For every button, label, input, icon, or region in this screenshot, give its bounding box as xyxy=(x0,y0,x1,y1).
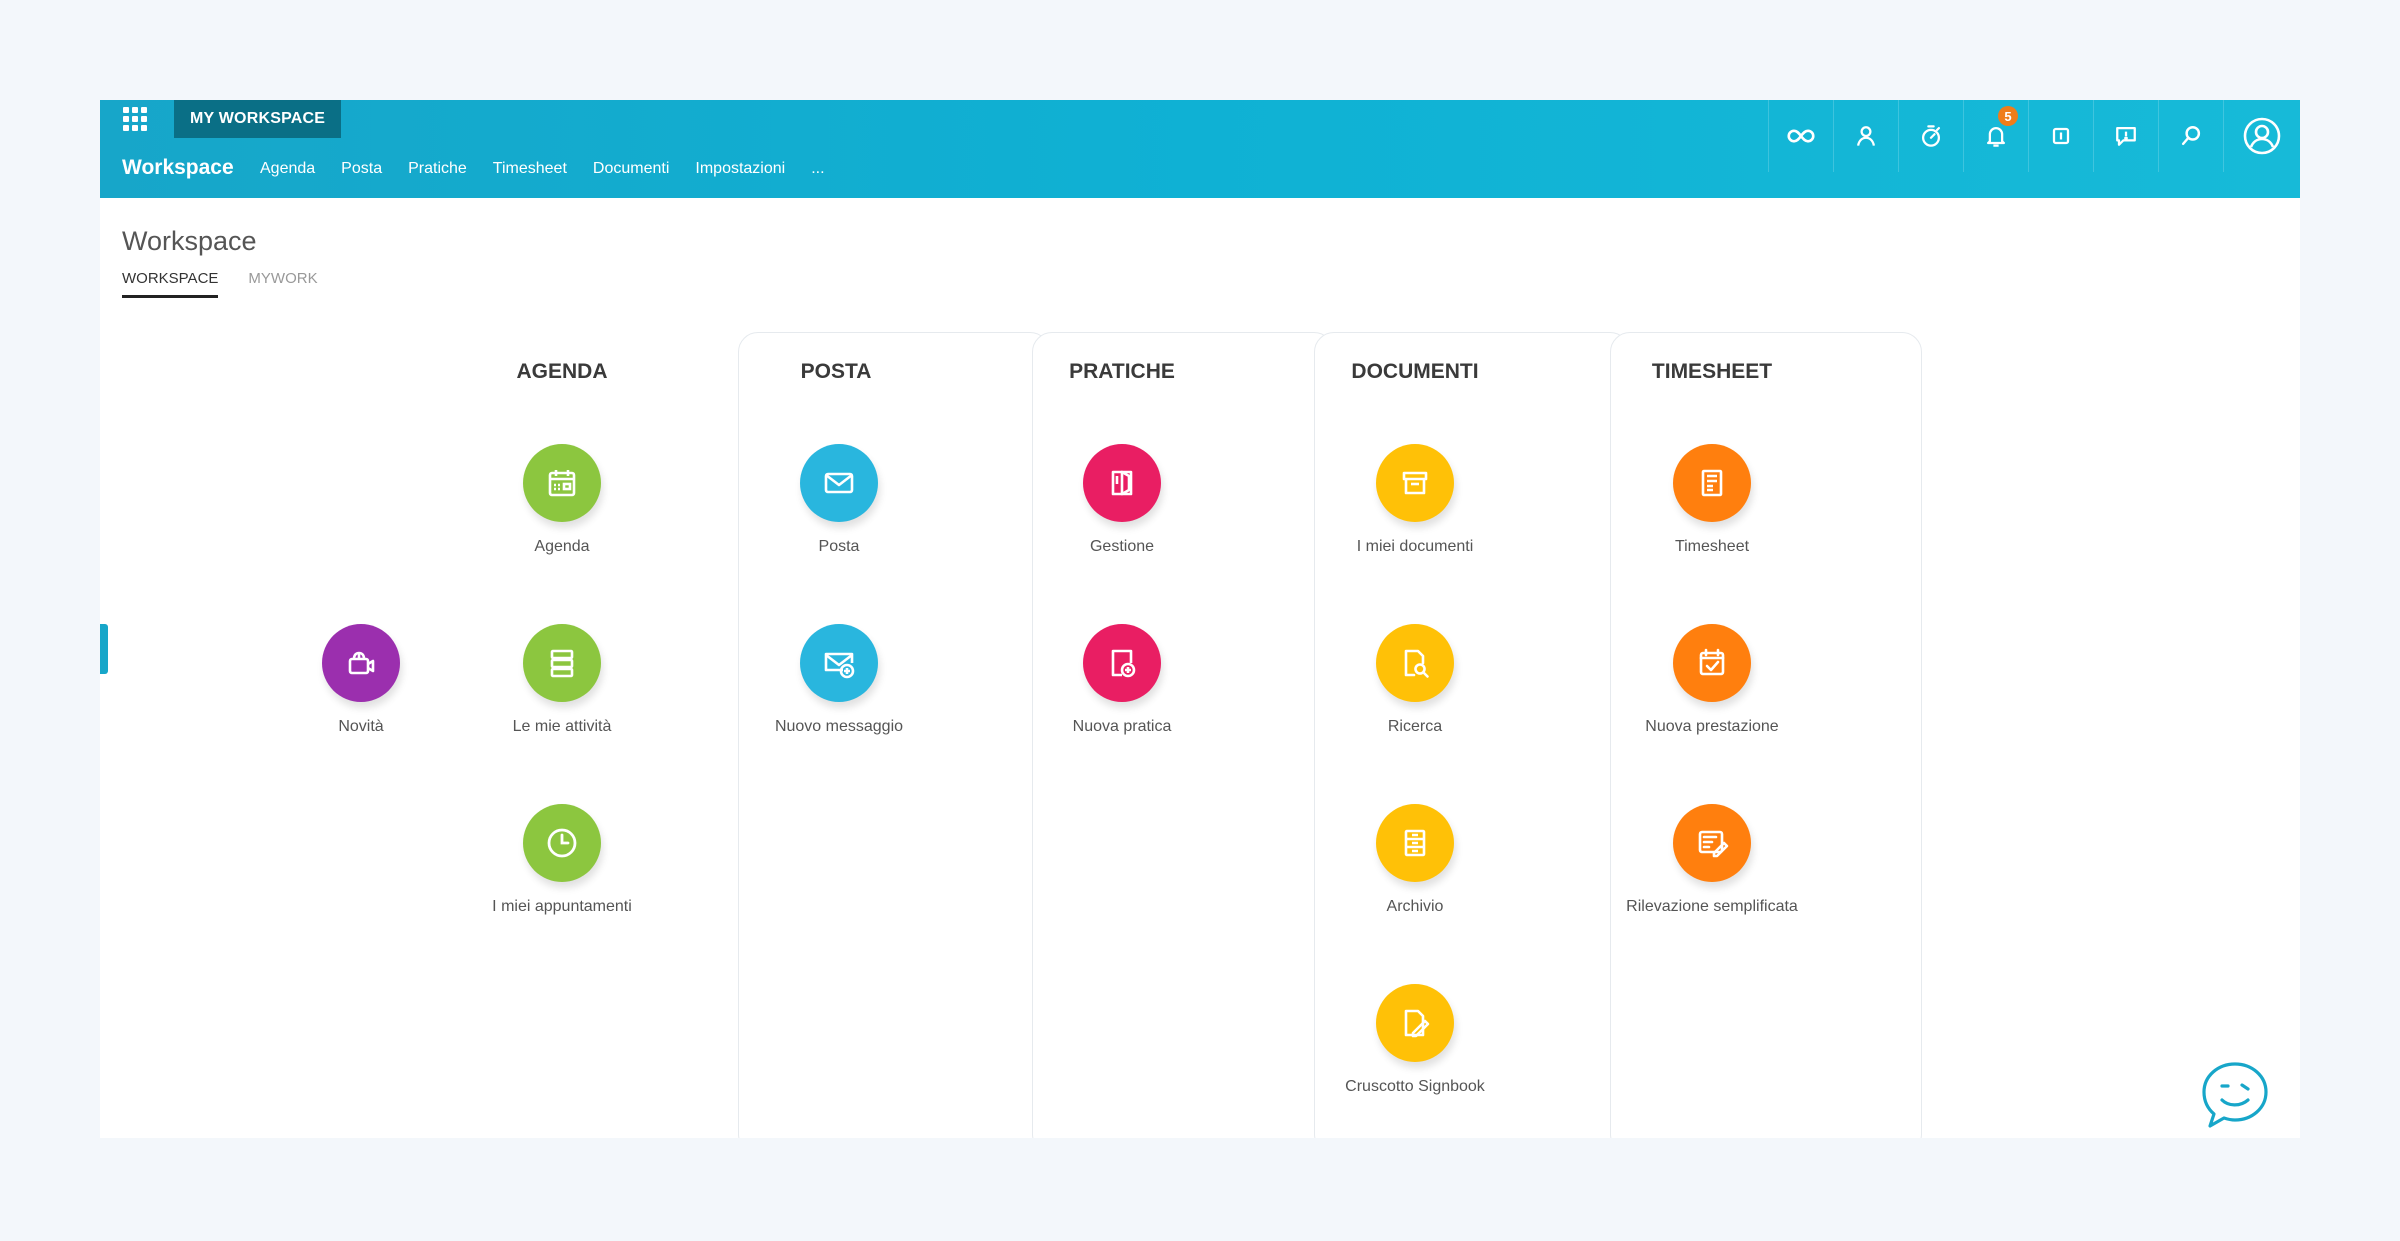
tile-label: I miei appuntamenti xyxy=(492,898,632,915)
menu-item-posta[interactable]: Posta xyxy=(341,160,382,178)
main-menu: Agenda Posta Pratiche Timesheet Document… xyxy=(260,160,851,178)
cabinet-icon xyxy=(1376,804,1454,882)
tile-posta[interactable]: Posta xyxy=(739,444,939,556)
section-title-pratiche: PRATICHE xyxy=(1069,360,1175,383)
new-message-icon xyxy=(800,624,878,702)
chat-assistant-icon[interactable] xyxy=(2198,1058,2272,1132)
tile-nuova-prestazione[interactable]: Nuova prestazione xyxy=(1612,624,1812,736)
section-title-documenti: DOCUMENTI xyxy=(1351,360,1479,383)
page-tabs: WORKSPACE MYWORK xyxy=(122,270,318,298)
tile-archivio[interactable]: Archivio xyxy=(1315,804,1515,916)
search-icon[interactable] xyxy=(2158,100,2223,172)
tile-label: Novità xyxy=(338,718,384,735)
menu-item-agenda[interactable]: Agenda xyxy=(260,160,315,178)
app-window: MY WORKSPACE Workspace Agenda Posta Prat… xyxy=(100,100,2300,1138)
infinity-icon[interactable] xyxy=(1768,100,1833,172)
tab-workspace[interactable]: WORKSPACE xyxy=(122,270,219,298)
tile-label: I miei documenti xyxy=(1356,538,1474,555)
bell-icon[interactable]: 5 xyxy=(1963,100,2028,172)
menu-item-impostazioni[interactable]: Impostazioni xyxy=(695,160,785,178)
tile-rilevazione-semplificata[interactable]: Rilevazione semplificata xyxy=(1612,804,1812,916)
tile-timesheet[interactable]: Timesheet xyxy=(1612,444,1812,556)
chat-icon[interactable] xyxy=(2093,100,2158,172)
account-icon[interactable] xyxy=(2223,100,2300,172)
tile-label: Gestione xyxy=(1089,538,1155,555)
brand-title[interactable]: Workspace xyxy=(122,156,234,180)
section-title-timesheet: TIMESHEET xyxy=(1651,360,1773,383)
archive-box-icon xyxy=(1376,444,1454,522)
tile-agenda[interactable]: Agenda xyxy=(462,444,662,556)
page-title: Workspace xyxy=(122,226,257,256)
tile-label: Rilevazione semplificata xyxy=(1626,898,1798,915)
menu-item-pratiche[interactable]: Pratiche xyxy=(408,160,467,178)
tile-label: Nuovo messaggio xyxy=(774,718,904,735)
toolbar-icons: 5 xyxy=(1768,100,2300,172)
tile-ricerca[interactable]: Ricerca xyxy=(1315,624,1515,736)
notification-badge: 5 xyxy=(1998,106,2018,126)
tile-label: Posta xyxy=(818,538,860,555)
edit-note-icon xyxy=(1673,804,1751,882)
sign-document-icon xyxy=(1376,984,1454,1062)
user-icon[interactable] xyxy=(1833,100,1898,172)
menu-item-more[interactable]: ... xyxy=(811,160,824,178)
top-navigation-bar: MY WORKSPACE Workspace Agenda Posta Prat… xyxy=(100,100,2300,198)
tile-i-miei-documenti[interactable]: I miei documenti xyxy=(1315,444,1515,556)
tile-gestione[interactable]: Gestione xyxy=(1022,444,1222,556)
tile-label: Ricerca xyxy=(1387,718,1443,735)
tile-novita[interactable]: Novità xyxy=(261,624,461,736)
tile-label: Cruscotto Signbook xyxy=(1345,1078,1485,1095)
timer-icon[interactable] xyxy=(1898,100,1963,172)
tile-le-mie-attivita[interactable]: Le mie attività xyxy=(462,624,662,736)
tile-label: Archivio xyxy=(1386,898,1444,915)
tile-label: Timesheet xyxy=(1674,538,1750,555)
side-panel-handle[interactable] xyxy=(100,624,108,674)
envelope-icon xyxy=(800,444,878,522)
tile-label: Nuova pratica xyxy=(1072,718,1172,735)
section-title-posta: POSTA xyxy=(800,360,872,383)
tile-i-miei-appuntamenti[interactable]: I miei appuntamenti xyxy=(462,804,662,916)
task-list-icon xyxy=(523,624,601,702)
calendar-check-icon xyxy=(1673,624,1751,702)
apps-grid-icon[interactable] xyxy=(122,106,148,132)
clock-icon xyxy=(523,804,601,882)
folder-open-icon xyxy=(1083,444,1161,522)
menu-item-timesheet[interactable]: Timesheet xyxy=(493,160,567,178)
tab-mywork[interactable]: MYWORK xyxy=(248,270,317,298)
tile-label: Le mie attività xyxy=(512,718,612,735)
menu-item-documenti[interactable]: Documenti xyxy=(593,160,669,178)
document-search-icon xyxy=(1376,624,1454,702)
tile-label: Nuova prestazione xyxy=(1645,718,1779,735)
section-title-agenda: AGENDA xyxy=(516,360,608,383)
tile-cruscotto-signbook[interactable]: Cruscotto Signbook xyxy=(1315,984,1515,1096)
gift-box-icon xyxy=(322,624,400,702)
new-document-icon xyxy=(1083,624,1161,702)
my-workspace-pill[interactable]: MY WORKSPACE xyxy=(174,100,342,138)
tile-label: Agenda xyxy=(534,538,590,555)
tile-nuova-pratica[interactable]: Nuova pratica xyxy=(1022,624,1222,736)
calendar-icon[interactable] xyxy=(2028,100,2093,172)
tile-nuovo-messaggio[interactable]: Nuovo messaggio xyxy=(739,624,939,736)
report-sheet-icon xyxy=(1673,444,1751,522)
calendar-icon xyxy=(523,444,601,522)
